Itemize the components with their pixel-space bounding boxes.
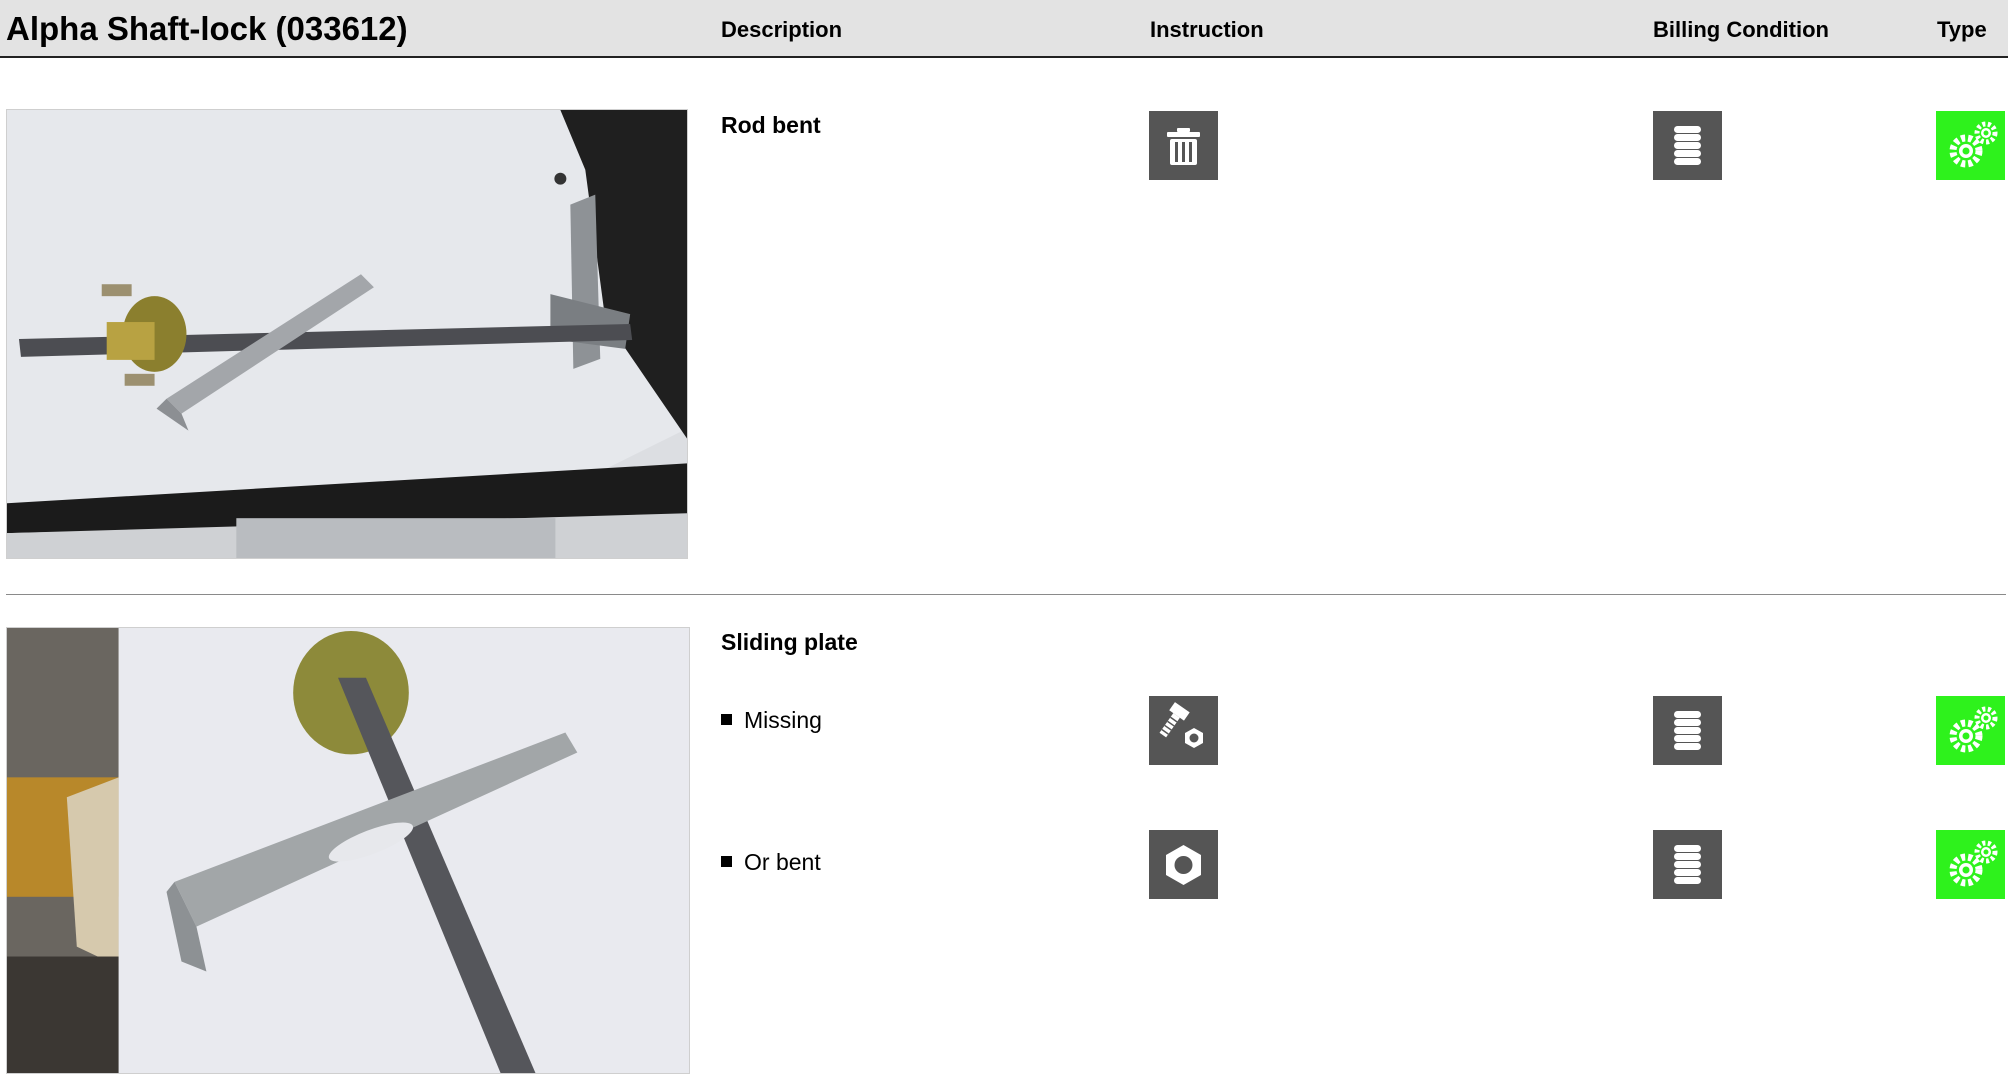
sliding-plate-photo bbox=[6, 627, 690, 1074]
gears-icon bbox=[1936, 830, 2005, 899]
list-item-label: Or bent bbox=[744, 849, 821, 875]
table-header: Alpha Shaft-lock (033612) Description In… bbox=[0, 0, 2008, 58]
shaft-lock-rod-photo bbox=[6, 109, 688, 559]
bullet-icon bbox=[721, 856, 732, 868]
list-item-label: Missing bbox=[744, 707, 822, 733]
column-header-billing-condition: Billing Condition bbox=[1653, 17, 1829, 42]
column-header-description: Description bbox=[721, 17, 843, 42]
bullet-icon bbox=[721, 714, 732, 726]
coin-stack-icon bbox=[1653, 696, 1722, 765]
section-title-rod-bent: Rod bent bbox=[721, 112, 821, 138]
coin-stack-icon bbox=[1653, 111, 1722, 180]
bolt-nut-icon bbox=[1149, 696, 1218, 765]
gears-icon bbox=[1936, 111, 2005, 180]
page-title: Alpha Shaft-lock (033612) bbox=[6, 10, 408, 47]
trash-icon bbox=[1149, 111, 1218, 180]
column-header-type: Type bbox=[1937, 17, 1987, 42]
gears-icon bbox=[1936, 696, 2005, 765]
column-header-instruction: Instruction bbox=[1150, 17, 1264, 42]
coin-stack-icon bbox=[1653, 830, 1722, 899]
section-title-sliding-plate: Sliding plate bbox=[721, 629, 858, 655]
list-item: Or bent bbox=[721, 849, 821, 876]
list-item: Missing bbox=[721, 707, 822, 734]
section-divider bbox=[6, 594, 2006, 595]
nut-icon bbox=[1149, 830, 1218, 899]
